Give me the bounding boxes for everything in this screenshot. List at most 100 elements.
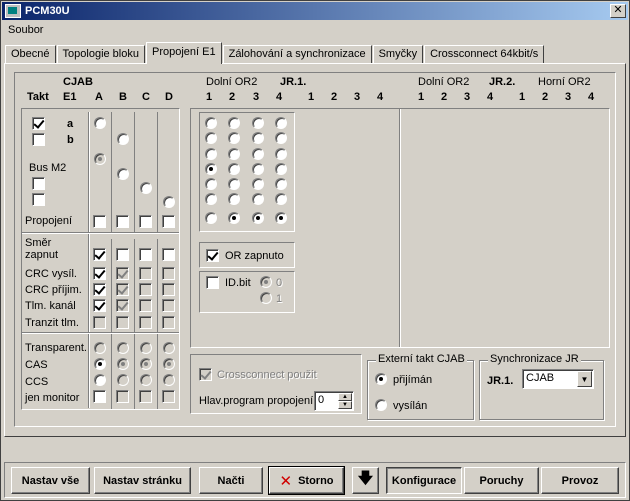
tranzit-a-checkbox[interactable]	[93, 316, 106, 329]
jr1-radio[interactable]	[275, 178, 287, 190]
id-bit-0-radio[interactable]	[260, 276, 272, 288]
cas-c-radio[interactable]	[140, 358, 152, 370]
smer-b-checkbox[interactable]	[116, 248, 129, 261]
transparent-c-radio[interactable]	[140, 342, 152, 354]
monitor-a-checkbox[interactable]	[93, 390, 106, 403]
tab-loops[interactable]: Smyčky	[372, 45, 424, 64]
jr1-radio[interactable]	[275, 212, 287, 224]
tranzit-c-checkbox[interactable]	[139, 316, 152, 329]
ccs-a-radio[interactable]	[94, 374, 106, 386]
transparent-a-radio[interactable]	[94, 342, 106, 354]
monitor-c-checkbox[interactable]	[139, 390, 152, 403]
transparent-d-radio[interactable]	[163, 342, 175, 354]
jr1-radio[interactable]	[252, 178, 264, 190]
spin-down-icon[interactable]: ▼	[338, 401, 352, 409]
propojeni-d-checkbox[interactable]	[162, 215, 175, 228]
tlm-kanal-d-checkbox[interactable]	[162, 299, 175, 312]
spin-up-icon[interactable]: ▲	[338, 393, 352, 401]
e1-c-row5-radio[interactable]	[140, 182, 152, 194]
cas-b-radio[interactable]	[117, 358, 129, 370]
crc-prijim-a-checkbox[interactable]	[93, 283, 106, 296]
tlm-kanal-a-checkbox[interactable]	[93, 299, 106, 312]
takt-b-checkbox[interactable]	[32, 133, 45, 146]
main-program-spinner[interactable]: 0 ▲ ▼	[314, 391, 354, 411]
propojeni-c-checkbox[interactable]	[139, 215, 152, 228]
jr1-radio[interactable]	[252, 163, 264, 175]
jr1-radio[interactable]	[228, 117, 240, 129]
smer-c-checkbox[interactable]	[139, 248, 152, 261]
crossconnect-used-checkbox[interactable]	[199, 368, 212, 381]
ccs-b-radio[interactable]	[117, 374, 129, 386]
jr1-radio[interactable]	[252, 193, 264, 205]
crc-prijim-c-checkbox[interactable]	[139, 283, 152, 296]
e1-a-row1-radio[interactable]	[94, 117, 106, 129]
close-icon[interactable]: ✕	[610, 4, 626, 18]
jr1-radio[interactable]	[275, 132, 287, 144]
cancel-button[interactable]: ✕ Storno	[268, 466, 345, 495]
jr1-radio[interactable]	[252, 148, 264, 160]
transparent-b-radio[interactable]	[117, 342, 129, 354]
crc-prijim-b-checkbox[interactable]	[116, 283, 129, 296]
tab-e1-connection[interactable]: Propojení E1	[145, 42, 222, 64]
jr1-radio[interactable]	[275, 148, 287, 160]
tab-topology[interactable]: Topologie bloku	[56, 45, 145, 64]
jr1-radio[interactable]	[228, 163, 240, 175]
crc-vysil-d-checkbox[interactable]	[162, 267, 175, 280]
jr1-radio[interactable]	[205, 178, 217, 190]
jr1-radio[interactable]	[205, 132, 217, 144]
clock-sent-radio[interactable]	[375, 399, 387, 411]
tab-general[interactable]: Obecné	[5, 45, 56, 64]
sync-select[interactable]: CJAB ▼	[522, 369, 594, 389]
crc-vysil-b-checkbox[interactable]	[116, 267, 129, 280]
crc-vysil-a-checkbox[interactable]	[93, 267, 106, 280]
tranzit-b-checkbox[interactable]	[116, 316, 129, 329]
id-bit-checkbox[interactable]	[206, 276, 219, 289]
jr1-radio[interactable]	[252, 132, 264, 144]
e1-a-busm2-radio[interactable]	[94, 153, 106, 165]
set-page-button[interactable]: Nastav stránku	[94, 467, 191, 494]
jr1-radio[interactable]	[205, 117, 217, 129]
chevron-down-icon[interactable]: ▼	[577, 371, 592, 387]
tab-crossconnect[interactable]: Crossconnect 64kbit/s	[424, 45, 545, 64]
set-all-button[interactable]: Nastav vše	[11, 467, 90, 494]
or-zapnuto-checkbox[interactable]	[206, 249, 219, 262]
smer-d-checkbox[interactable]	[162, 248, 175, 261]
monitor-d-checkbox[interactable]	[162, 390, 175, 403]
jr1-radio[interactable]	[275, 163, 287, 175]
tab-backup-sync[interactable]: Zálohování a synchronizace	[222, 45, 372, 64]
propojeni-a-checkbox[interactable]	[93, 215, 106, 228]
load-button[interactable]: Načti	[199, 467, 263, 494]
bus-m2-checkbox-1[interactable]	[32, 177, 45, 190]
e1-d-row6-radio[interactable]	[163, 196, 175, 208]
e1-b-row2-radio[interactable]	[117, 133, 129, 145]
takt-a-checkbox[interactable]	[32, 117, 45, 130]
ccs-d-radio[interactable]	[163, 374, 175, 386]
faults-button[interactable]: Poruchy	[464, 467, 539, 494]
jr1-radio[interactable]	[252, 117, 264, 129]
cas-a-radio[interactable]	[94, 358, 106, 370]
jr1-radio[interactable]	[205, 212, 217, 224]
crc-prijim-d-checkbox[interactable]	[162, 283, 175, 296]
propojeni-b-checkbox[interactable]	[116, 215, 129, 228]
crc-vysil-c-checkbox[interactable]	[139, 267, 152, 280]
e1-b-row4-radio[interactable]	[117, 168, 129, 180]
jr1-radio[interactable]	[275, 117, 287, 129]
ccs-c-radio[interactable]	[140, 374, 152, 386]
config-button[interactable]: Konfigurace	[386, 467, 462, 494]
id-bit-1-radio[interactable]	[260, 292, 272, 304]
down-arrow-button[interactable]: 🡇	[352, 467, 379, 494]
jr1-radio[interactable]	[275, 193, 287, 205]
jr1-radio[interactable]	[228, 132, 240, 144]
jr1-radio[interactable]	[205, 163, 217, 175]
jr1-radio[interactable]	[205, 148, 217, 160]
jr1-radio[interactable]	[228, 178, 240, 190]
operation-button[interactable]: Provoz	[541, 467, 619, 494]
clock-received-radio[interactable]	[375, 373, 387, 385]
jr1-radio[interactable]	[228, 148, 240, 160]
jr1-radio[interactable]	[252, 212, 264, 224]
monitor-b-checkbox[interactable]	[116, 390, 129, 403]
jr1-radio[interactable]	[228, 212, 240, 224]
jr1-radio[interactable]	[228, 193, 240, 205]
bus-m2-checkbox-2[interactable]	[32, 193, 45, 206]
menu-file[interactable]: Soubor	[3, 22, 48, 38]
